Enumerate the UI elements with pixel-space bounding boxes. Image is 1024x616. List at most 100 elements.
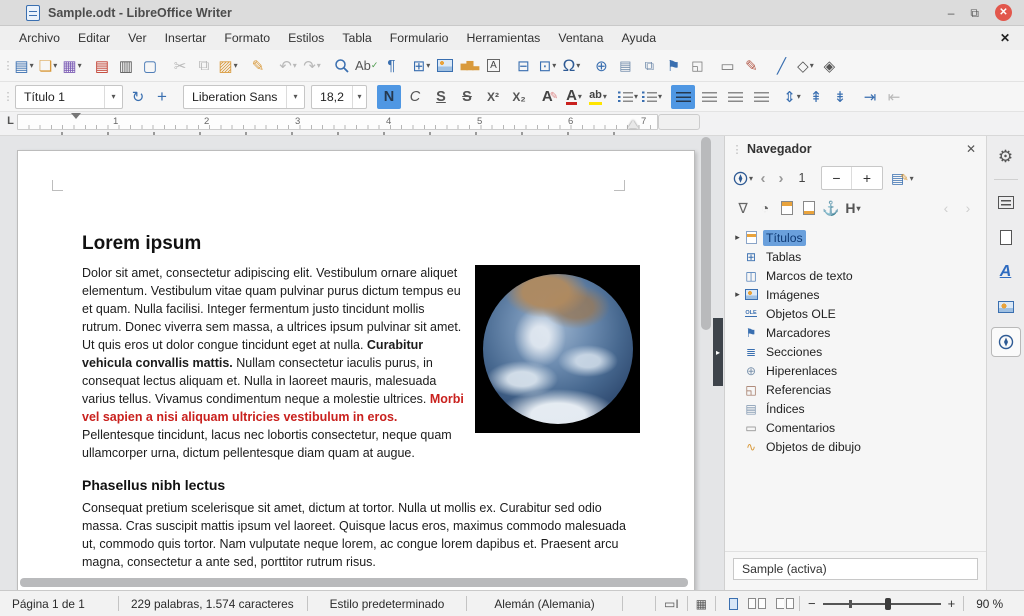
font-name-combo[interactable]: Liberation Sans ▾ [183,84,305,109]
menu-formato[interactable]: Formato [215,28,279,48]
page-increment-button[interactable]: + [852,167,882,189]
chevron-down-icon[interactable]: ▾ [286,85,304,108]
view-layout-multiple[interactable] [743,598,771,609]
print-button[interactable]: ▥ [115,54,137,78]
insert-comment-button[interactable]: ▭ [716,54,738,78]
font-color-button[interactable]: A ▾ [563,85,585,109]
menu-tabla[interactable]: Tabla [333,28,380,48]
insert-endnote-button[interactable]: ⧉ [638,54,660,78]
highlight-color-button[interactable]: ab ▾ [587,85,609,109]
promote-level-button[interactable]: ‹ [936,197,956,219]
basic-shapes-button[interactable]: ◇ ▾ [794,54,816,78]
spelling-button[interactable]: Ab ✓ [355,54,378,78]
export-pdf-button[interactable]: ▤ [91,54,113,78]
tree-item-objetos-ole[interactable]: OLE Objetos OLE [731,304,984,323]
menu-insertar[interactable]: Insertar [156,28,216,48]
menu-ayuda[interactable]: Ayuda [612,28,665,48]
language-status[interactable]: Alemán (Alemania) [467,597,622,611]
expand-arrow-icon[interactable]: ▸ [731,232,744,243]
decrease-paragraph-spacing-button[interactable]: ⇟ [829,85,851,109]
insert-field-button[interactable]: ⊡ ▾ [536,54,558,78]
word-count-status[interactable]: 229 palabras, 1.574 caracteres [119,597,307,611]
track-changes-button[interactable]: ✎ [740,54,762,78]
line-spacing-button[interactable]: ⇕ ▾ [781,85,803,109]
tab-gallery[interactable] [991,292,1021,322]
zoom-thumb[interactable] [885,597,892,610]
increase-paragraph-spacing-button[interactable]: ⇞ [805,85,827,109]
page-number-field[interactable]: 1 [791,171,813,185]
clear-formatting-button[interactable]: A ✎ [539,85,561,109]
close-document-icon[interactable]: ✕ [1000,31,1024,45]
tab-properties[interactable] [991,187,1021,217]
header-button[interactable] [777,197,797,219]
insert-hyperlink-button[interactable]: ⊕ [590,54,612,78]
horizontal-scrollbar[interactable] [20,578,688,587]
formatting-marks-button[interactable]: ¶ [380,54,402,78]
toolbar-grip[interactable]: ⋮ [2,59,14,72]
italic-button[interactable]: C [403,85,427,109]
minimize-button[interactable]: – [948,7,955,19]
special-character-button[interactable]: Ω ▾ [560,54,582,78]
vertical-scrollbar[interactable] [701,137,711,330]
insert-table-button[interactable]: ⊞ ▾ [410,54,432,78]
paste-button[interactable]: ▨ ▾ [217,54,239,78]
copy-button[interactable]: ⧉ [193,54,215,78]
strikethrough-button[interactable]: S [455,85,479,109]
sidebar-settings-button[interactable]: ⚙ [991,142,1021,172]
document-page[interactable]: Lorem ipsum Dolor sit amet, consectetur … [17,150,695,590]
tree-item-objetos-dibujo[interactable]: ∿ Objetos de dibujo [731,437,984,456]
dropdown-arrow[interactable]: ▾ [317,61,321,70]
demote-level-button[interactable]: › [958,197,978,219]
chevron-down-icon[interactable]: ▾ [351,85,366,108]
next-button[interactable]: › [773,167,789,189]
tree-item-indices[interactable]: ▤ Índices [731,399,984,418]
tab-page[interactable] [991,222,1021,252]
insert-line-button[interactable]: ╱ [770,54,792,78]
page-decrement-button[interactable]: − [822,167,853,189]
earth-image[interactable] [475,265,640,433]
tree-item-comentarios[interactable]: ▭ Comentarios [731,418,984,437]
dropdown-arrow[interactable]: ▾ [749,174,753,183]
page-style-status[interactable]: Estilo predeterminado [308,597,466,611]
new-document-button[interactable]: ▤ ▾ [13,54,35,78]
undo-button[interactable]: ↶ ▾ [277,54,299,78]
document-heading-1[interactable]: Lorem ipsum [82,233,640,255]
selection-mode-icon[interactable]: ▭I [656,597,687,611]
dropdown-arrow[interactable]: ▾ [810,61,814,70]
underline-button[interactable]: S [429,85,453,109]
bold-button[interactable]: N [377,84,401,109]
subscript-button[interactable]: X₂ [507,85,531,109]
dropdown-arrow[interactable]: ▾ [53,61,57,70]
dropdown-arrow[interactable]: ▾ [78,61,82,70]
page-count-status[interactable]: Página 1 de 1 [0,597,118,611]
view-layout-single[interactable] [724,597,743,610]
print-preview-button[interactable]: ▢ [139,54,161,78]
zoom-slider[interactable]: − + [800,596,963,611]
indent-marker-left[interactable] [71,113,81,119]
tree-item-tablas[interactable]: ⊞ Tablas [731,247,984,266]
dropdown-arrow[interactable]: ▾ [658,92,662,101]
dropdown-arrow[interactable]: ▾ [293,61,297,70]
tree-item-imagenes[interactable]: ▸ Imágenes [731,285,984,304]
redo-button[interactable]: ↷ ▾ [301,54,323,78]
insert-footnote-button[interactable]: ▤ [614,54,636,78]
menu-ver[interactable]: Ver [119,28,155,48]
dropdown-arrow[interactable]: ▾ [797,92,801,101]
open-button[interactable]: ❏ ▾ [37,54,59,78]
previous-button[interactable]: ‹ [755,167,771,189]
dropdown-arrow[interactable]: ▾ [910,174,914,183]
document-heading-2[interactable]: Phasellus nibh lectus [82,477,640,493]
insert-image-button[interactable] [434,54,456,78]
dropdown-arrow[interactable]: ▾ [578,92,582,101]
cut-button[interactable]: ✂ [169,54,191,78]
justify-button[interactable] [749,85,773,109]
tab-stop-selector[interactable]: L [4,115,17,130]
tab-navigator[interactable] [990,327,1021,357]
content-view-filter-button[interactable]: ∇ [733,197,753,219]
superscript-button[interactable]: X² [481,85,505,109]
dropdown-arrow[interactable]: ▾ [234,61,238,70]
dropdown-arrow[interactable]: ▾ [576,61,580,70]
menu-ventana[interactable]: Ventana [549,28,612,48]
menu-editar[interactable]: Editar [69,28,119,48]
menu-herramientas[interactable]: Herramientas [458,28,550,48]
